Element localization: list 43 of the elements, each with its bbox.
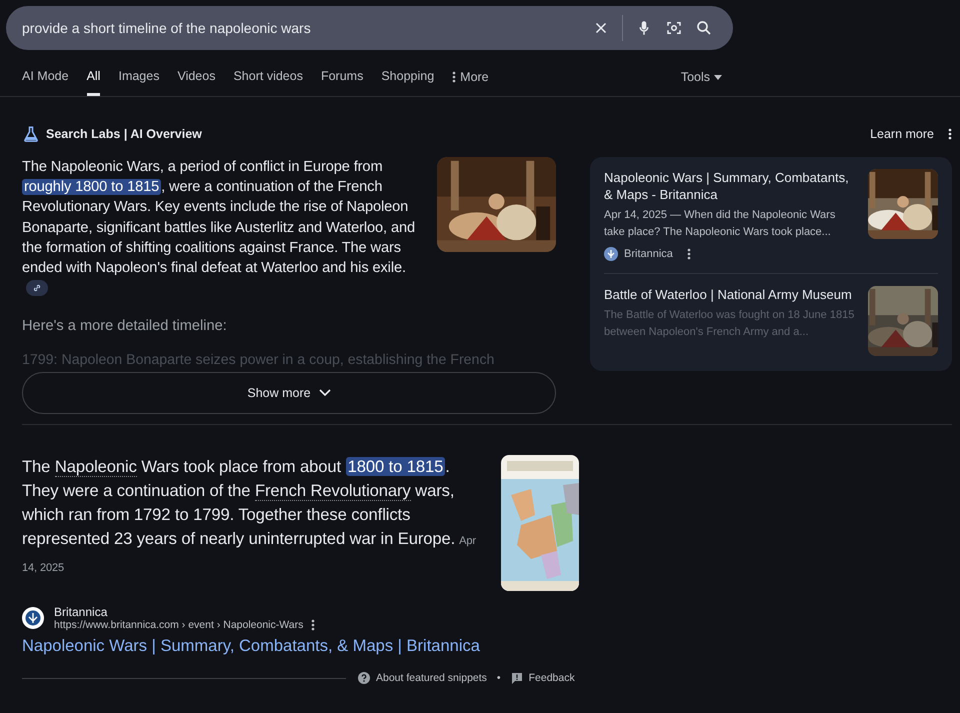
site-logo-icon <box>604 247 618 261</box>
featured-snippet-text: The Napoleonic Wars took place from about 1800 to 1815. They were a continuation of the French Revolutionary wars, which ran from 1792 to 1799. Together these conflicts represented 23 years of nearly uninterrupted war in Europe. Apr 14, 2025 <box>22 456 477 576</box>
search-tab[interactable]: Forums <box>320 50 364 96</box>
search-tab[interactable]: Images <box>118 50 160 96</box>
search-icon[interactable] <box>695 19 713 37</box>
help-icon <box>358 672 370 684</box>
timeline-intro: Here's a more detailed timeline: <box>22 318 228 334</box>
source-title[interactable]: Battle of Waterloo | National Army Museum <box>604 286 856 303</box>
search-tab[interactable]: Shopping <box>381 50 434 96</box>
show-more-button[interactable]: Show more <box>22 372 556 414</box>
tools-button[interactable]: Tools <box>680 50 722 96</box>
learn-more-link[interactable]: Learn more <box>870 127 934 141</box>
source-snippet: Apr 14, 2025 — When did the Napoleonic Wars take place? The Napoleonic Wars took place... <box>604 208 836 240</box>
source-title[interactable]: Napoleonic Wars | Summary, Combatants, & Maps - Britannica <box>604 169 856 203</box>
kebab-icon <box>452 71 456 83</box>
chevron-icon <box>318 389 331 398</box>
about-snippets-link[interactable]: About featured snippets <box>358 672 487 684</box>
search-query[interactable]: provide a short timeline of the napoleonic wars <box>22 20 586 36</box>
feedback-icon <box>510 672 523 684</box>
ai-overview-title: Search Labs | AI Overview <box>46 127 202 141</box>
site-logo-icon <box>22 607 44 630</box>
camera-icon[interactable] <box>665 19 683 37</box>
search-tab[interactable]: All <box>86 50 100 96</box>
kebab-icon[interactable] <box>948 128 952 140</box>
source-site: Britannica <box>624 248 673 260</box>
search-tab[interactable]: Videos <box>177 50 216 96</box>
separator-dot: • <box>496 672 501 684</box>
kebab-icon[interactable] <box>686 248 691 260</box>
search-field[interactable]: provide a short timeline of the napoleonic wars <box>6 6 733 50</box>
flask-icon <box>22 125 40 143</box>
caret-icon <box>714 74 722 80</box>
link-icon[interactable] <box>26 280 48 296</box>
feedback-link[interactable]: Feedback <box>510 672 575 684</box>
timeline-item: 1799: Napoleon Bonaparte seizes power in a coup, establishing the French <box>22 352 496 368</box>
search-tab[interactable]: AI Mode <box>22 50 69 96</box>
search-tab[interactable]: Short videos <box>233 50 303 96</box>
source-snippet: The Battle of Waterloo was fought on 18 June 1815 between Napoleon's French Army and a... <box>604 308 856 340</box>
source-name: Britannica <box>54 605 108 620</box>
more-tab[interactable]: More <box>452 50 489 96</box>
kebab-icon[interactable] <box>311 619 316 632</box>
source-url: https://www.britannica.com › event › Napoleonic-Wars <box>54 619 304 632</box>
overview-summary: The Napoleonic Wars, a period of conflict in Europe from roughly 1800 to 1815, were a continuation of the French Revolutionary Wars. Key events include the rise of Napoleon Bonaparte, significant battles like Austerlitz and Waterloo, and the formation of shifting coalitions against France. The wars ended with Napoleon's final defeat at Waterloo and his exile. <box>22 157 415 298</box>
result-link[interactable]: Napoleonic Wars | Summary, Combatants, & Maps | Britannica <box>0 631 960 656</box>
